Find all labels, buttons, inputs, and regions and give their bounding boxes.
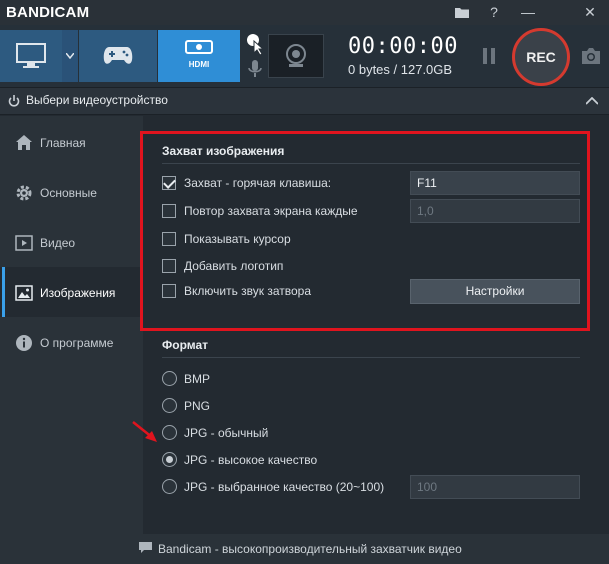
- sidebar-item-label: Видео: [40, 236, 76, 250]
- input-toggles: [244, 30, 266, 82]
- format-option-jpg-custom: JPG - выбранное качество (20~100) 100: [162, 475, 582, 499]
- sidebar-item-label: Основные: [40, 186, 97, 200]
- screenshot-button[interactable]: [578, 44, 604, 68]
- chevron-down-icon: [66, 53, 74, 59]
- sidebar-item-video[interactable]: Видео: [0, 217, 143, 267]
- format-option-jpg-high: JPG - высокое качество: [162, 451, 582, 471]
- highlight-frame: [140, 131, 590, 331]
- webcam-icon: [286, 44, 306, 67]
- app-logo: BANDICAM: [6, 4, 90, 21]
- minimize-button[interactable]: —: [512, 0, 544, 25]
- format-section-title: Формат: [162, 338, 209, 352]
- record-button[interactable]: REC: [512, 28, 570, 86]
- bmp-radio[interactable]: [162, 371, 177, 386]
- camera-icon: [582, 48, 600, 64]
- format-option-bmp: BMP: [162, 370, 582, 390]
- sidebar-item-about[interactable]: О программе: [0, 317, 143, 367]
- screen-mode-dropdown[interactable]: [62, 30, 78, 82]
- format-option-png: PNG: [162, 397, 582, 417]
- pause-icon: [483, 48, 495, 64]
- hdmi-mode-button[interactable]: HDMI: [158, 30, 240, 82]
- hdmi-label: HDMI: [188, 60, 210, 69]
- file-size-info: 0 bytes / 127.0GB: [348, 62, 453, 77]
- game-mode-button[interactable]: [79, 30, 157, 82]
- chat-bubble-icon: [139, 542, 152, 553]
- format-option-jpg-normal: JPG - обычный: [162, 424, 582, 444]
- video-icon: [15, 235, 33, 251]
- active-item-marker: [2, 267, 5, 317]
- monitor-icon: [16, 43, 46, 68]
- sidebar-item-label: Главная: [40, 136, 86, 150]
- footer-message: Bandicam - высокопроизводительный захват…: [158, 542, 462, 556]
- folder-icon: [455, 8, 469, 18]
- png-label: PNG: [184, 399, 211, 413]
- sidebar-item-label: Изображения: [40, 286, 116, 300]
- info-icon: [16, 335, 32, 351]
- sidebar-item-general[interactable]: Основные: [0, 167, 143, 217]
- microphone-icon[interactable]: [248, 59, 262, 79]
- gear-icon: [16, 185, 32, 201]
- help-button[interactable]: ?: [478, 0, 510, 25]
- jpg-high-radio[interactable]: [162, 452, 177, 467]
- hdmi-device-icon: [185, 40, 213, 54]
- jpg-custom-radio[interactable]: [162, 479, 177, 494]
- sidebar-item-label: О программе: [40, 336, 114, 350]
- png-radio[interactable]: [162, 398, 177, 413]
- jpg-quality-field[interactable]: 100: [410, 475, 580, 499]
- sidebar-item-images[interactable]: Изображения: [0, 267, 143, 317]
- annotation-arrow-icon: [132, 421, 157, 442]
- jpg-custom-label: JPG - выбранное качество (20~100): [184, 480, 385, 494]
- jpg-normal-label: JPG - обычный: [184, 426, 269, 440]
- record-timer: 00:00:00: [348, 34, 458, 59]
- bmp-label: BMP: [184, 372, 211, 386]
- power-icon: [8, 95, 20, 107]
- device-selector-label: Выбери видеоустройство: [26, 93, 168, 107]
- gamepad-icon: [103, 47, 133, 64]
- jpg-high-label: JPG - высокое качество: [184, 453, 318, 467]
- screen-mode-button[interactable]: [0, 30, 62, 82]
- section-divider: [162, 357, 580, 358]
- cursor-pointer-icon[interactable]: [246, 33, 264, 55]
- close-button[interactable]: ✕: [574, 0, 606, 25]
- sidebar-item-home[interactable]: Главная: [0, 117, 143, 167]
- jpg-normal-radio[interactable]: [162, 425, 177, 440]
- webcam-button[interactable]: [268, 34, 324, 78]
- pause-button[interactable]: [476, 44, 502, 68]
- folder-button[interactable]: [446, 0, 478, 25]
- chevron-up-icon[interactable]: [586, 97, 598, 105]
- image-icon: [15, 285, 33, 301]
- home-icon: [16, 135, 32, 150]
